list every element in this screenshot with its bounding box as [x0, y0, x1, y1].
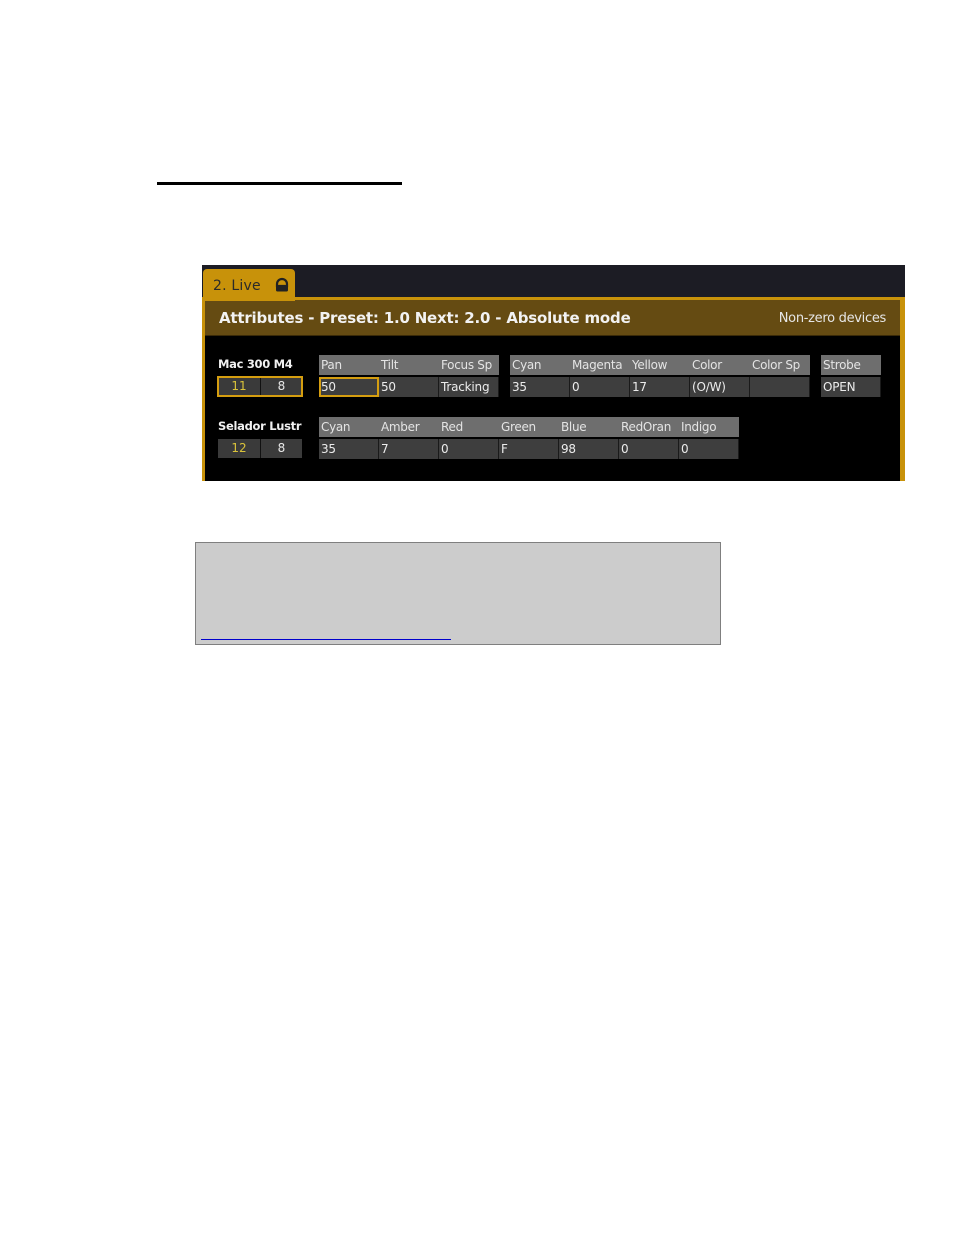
attribute-header: RedOran	[619, 417, 679, 437]
attribute-header: Cyan	[319, 417, 379, 437]
attribute-header: Red	[439, 417, 499, 437]
attribute-header: Color Sp	[750, 355, 810, 375]
non-zero-devices-filter[interactable]: Non-zero devices	[779, 311, 887, 326]
live-attributes-screenshot: Attributes - Preset: 1.0 Next: 2.0 - Abs…	[202, 265, 905, 481]
attribute-value[interactable]: (O/W)	[690, 377, 750, 397]
channel-count: 8	[260, 377, 302, 396]
tab-label: 2. Live	[213, 278, 261, 294]
heading-underline	[157, 182, 402, 185]
attribute-value[interactable]: 50	[319, 377, 379, 397]
attribute-group-position: Pan 50 Tilt 50 Focus Sp Tracking	[319, 355, 499, 397]
attribute-column-strobe[interactable]: Strobe OPEN	[821, 355, 881, 397]
device-channel-box[interactable]: 11 8	[217, 376, 303, 397]
attributes-panel-frame: Attributes - Preset: 1.0 Next: 2.0 - Abs…	[202, 297, 905, 481]
attribute-value[interactable]: Tracking	[439, 377, 499, 397]
attribute-column-magenta[interactable]: Magenta 0	[570, 355, 630, 397]
attribute-header: Amber	[379, 417, 439, 437]
attribute-group-color: Cyan 35 Magenta 0 Yellow 17 Color (O/W) …	[510, 355, 810, 397]
hyperlink-underline[interactable]	[201, 639, 451, 640]
attribute-column-tilt[interactable]: Tilt 50	[379, 355, 439, 397]
attribute-value[interactable]: 0	[619, 439, 679, 459]
attributes-title: Attributes - Preset: 1.0 Next: 2.0 - Abs…	[219, 309, 631, 327]
attributes-title-bar: Attributes - Preset: 1.0 Next: 2.0 - Abs…	[205, 300, 900, 336]
attribute-header: Color	[690, 355, 750, 375]
attribute-column-color-sp[interactable]: Color Sp	[750, 355, 810, 397]
attribute-header: Indigo	[679, 417, 739, 437]
attribute-value[interactable]: 17	[630, 377, 690, 397]
attribute-header: Magenta	[570, 355, 630, 375]
attribute-column-pan[interactable]: Pan 50	[319, 355, 379, 397]
channel-number: 11	[218, 377, 260, 396]
attribute-column-amber[interactable]: Amber 7	[379, 417, 439, 459]
attribute-value[interactable]: 98	[559, 439, 619, 459]
attribute-column-red[interactable]: Red 0	[439, 417, 499, 459]
tab-live[interactable]: 2. Live	[203, 269, 295, 301]
attribute-header: Strobe	[821, 355, 881, 375]
attribute-header: Pan	[319, 355, 379, 375]
attribute-column-cyan[interactable]: Cyan 35	[510, 355, 570, 397]
channel-number: 12	[218, 439, 260, 458]
attribute-value[interactable]: 0	[679, 439, 739, 459]
attribute-value[interactable]: 35	[510, 377, 570, 397]
device-channel-box[interactable]: 12 8	[218, 439, 302, 458]
attribute-value[interactable]: 0	[570, 377, 630, 397]
attribute-group-color: Cyan 35 Amber 7 Red 0 Green F Blue 98 Re…	[319, 417, 739, 459]
attribute-column-color[interactable]: Color (O/W)	[690, 355, 750, 397]
attribute-value[interactable]: 50	[379, 377, 439, 397]
attribute-header: Blue	[559, 417, 619, 437]
lock-icon[interactable]	[274, 277, 290, 293]
device-name: Selador Lustr	[218, 419, 302, 433]
attribute-column-yellow[interactable]: Yellow 17	[630, 355, 690, 397]
attribute-column-indigo[interactable]: Indigo 0	[679, 417, 739, 459]
attribute-header: Yellow	[630, 355, 690, 375]
attribute-header: Green	[499, 417, 559, 437]
note-box	[195, 542, 721, 645]
attribute-header: Cyan	[510, 355, 570, 375]
attribute-value[interactable]: F	[499, 439, 559, 459]
attribute-value[interactable]: 0	[439, 439, 499, 459]
attributes-panel: Attributes - Preset: 1.0 Next: 2.0 - Abs…	[205, 300, 900, 481]
attribute-column-blue[interactable]: Blue 98	[559, 417, 619, 459]
attribute-column-redoran[interactable]: RedOran 0	[619, 417, 679, 459]
channel-count: 8	[260, 439, 302, 458]
attribute-column-focus-sp[interactable]: Focus Sp Tracking	[439, 355, 499, 397]
attribute-group-beam: Strobe OPEN	[821, 355, 881, 397]
attribute-value[interactable]: 35	[319, 439, 379, 459]
attribute-value[interactable]: 7	[379, 439, 439, 459]
attribute-header: Focus Sp	[439, 355, 499, 375]
attribute-value[interactable]	[750, 377, 810, 397]
attribute-column-green[interactable]: Green F	[499, 417, 559, 459]
attribute-value[interactable]: OPEN	[821, 377, 881, 397]
attribute-header: Tilt	[379, 355, 439, 375]
attribute-column-cyan[interactable]: Cyan 35	[319, 417, 379, 459]
device-name: Mac 300 M4	[218, 357, 293, 371]
